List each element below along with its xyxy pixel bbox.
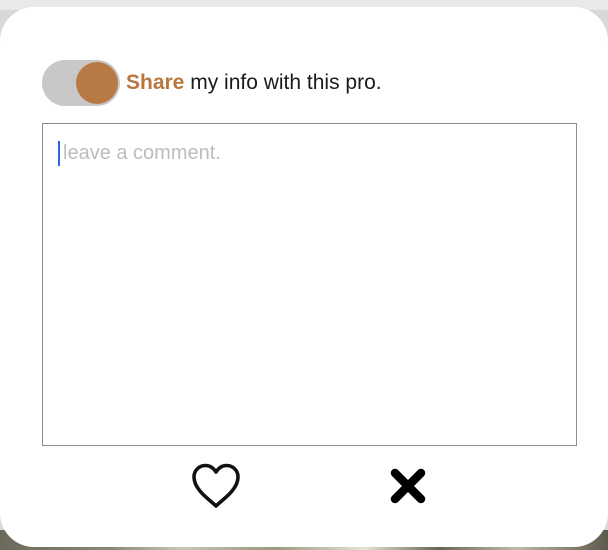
heart-icon xyxy=(192,463,240,508)
text-cursor xyxy=(58,141,60,166)
like-button[interactable] xyxy=(190,462,242,510)
share-info-label: Share my info with this pro. xyxy=(126,71,382,95)
toggle-knob xyxy=(76,62,118,104)
share-info-toggle[interactable] xyxy=(42,60,120,106)
share-emphasis: Share xyxy=(126,71,185,94)
close-icon xyxy=(390,468,426,504)
comment-input[interactable]: leave a comment. xyxy=(42,123,577,446)
comment-placeholder: leave a comment. xyxy=(63,142,221,164)
dismiss-button[interactable] xyxy=(388,466,428,506)
share-label-rest: my info with this pro. xyxy=(184,71,382,94)
comment-card: Share my info with this pro. leave a com… xyxy=(0,7,608,547)
share-info-row: Share my info with this pro. xyxy=(42,60,382,106)
